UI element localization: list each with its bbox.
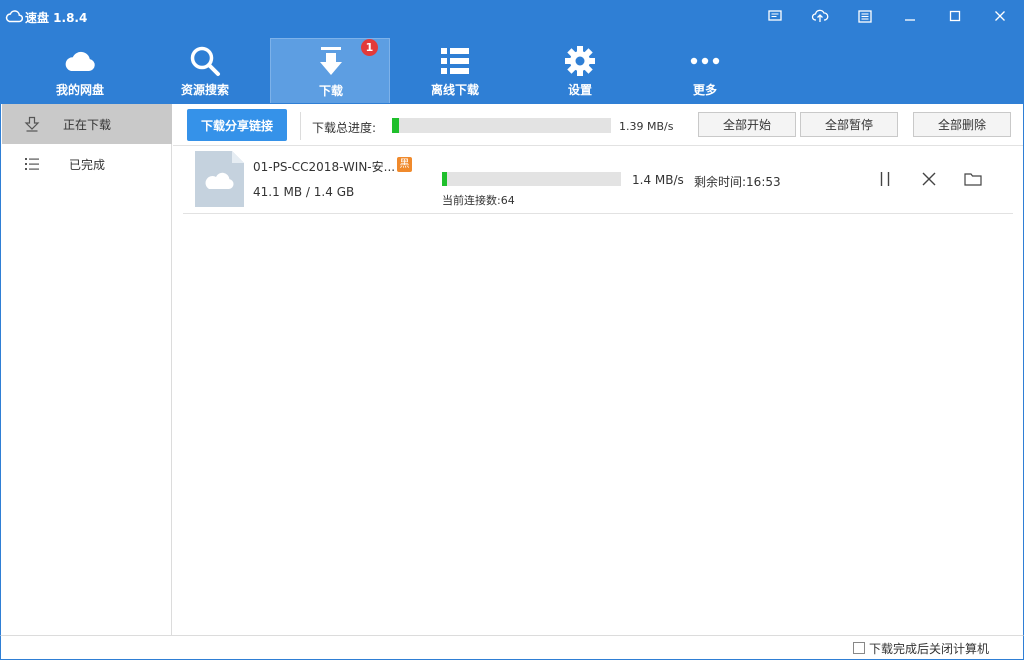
list-icon: [25, 158, 39, 170]
nav-download[interactable]: 1 下载: [270, 38, 390, 103]
skin-button[interactable]: [850, 4, 880, 28]
item-remaining-time: 剩余时间:16:53: [694, 175, 781, 189]
nav-offline-download[interactable]: 离线下载: [395, 38, 515, 103]
total-progress-label: 下载总进度:: [312, 121, 377, 135]
download-icon: [320, 47, 342, 75]
nav-label: 资源搜索: [180, 83, 229, 97]
sidebar-item-label: 正在下载: [63, 118, 112, 132]
download-arrow-icon: [24, 116, 40, 132]
cloud-icon: [65, 51, 95, 71]
close-button[interactable]: [985, 4, 1015, 28]
shutdown-after-complete-checkbox[interactable]: [853, 642, 865, 654]
download-toolbar: 下载分享链接 下载总进度: 1.39 MB/s 全部开始 全部暂停 全部删除: [173, 104, 1023, 146]
nav-settings[interactable]: 设置: [520, 38, 640, 103]
total-progress-bar: [392, 118, 611, 133]
open-folder-button[interactable]: [961, 168, 985, 190]
nav-label: 我的网盘: [55, 83, 104, 97]
maximize-button[interactable]: [940, 4, 970, 28]
sidebar-item-completed[interactable]: 已完成: [2, 144, 172, 184]
pause-icon: [880, 172, 890, 186]
file-tag-badge: 黑: [397, 157, 412, 172]
item-progress-fill: [442, 172, 448, 186]
file-name: 01-PS-CC2018-WIN-安...: [253, 160, 396, 174]
download-count-badge: 1: [361, 39, 378, 56]
pause-button[interactable]: [873, 168, 897, 190]
app-title: 速盘 1.8.4: [25, 11, 88, 25]
download-share-link-button[interactable]: 下载分享链接: [187, 109, 287, 141]
status-footer: 下载完成后关闭计算机: [0, 635, 1024, 660]
file-icon: [195, 151, 244, 207]
start-all-button[interactable]: 全部开始: [698, 112, 796, 137]
cancel-button[interactable]: [917, 168, 941, 190]
total-speed: 1.39 MB/s: [619, 120, 674, 133]
item-speed: 1.4 MB/s: [632, 173, 684, 187]
search-icon: [190, 46, 220, 76]
shirt-icon: [858, 9, 872, 23]
total-progress-fill: [392, 118, 399, 133]
sidebar-item-label: 已完成: [69, 158, 106, 172]
upload-button[interactable]: [805, 4, 835, 28]
toolbar-divider: [300, 112, 301, 140]
close-icon: [922, 172, 936, 186]
nav-label: 离线下载: [430, 83, 479, 97]
close-icon: [995, 11, 1005, 21]
pause-all-button[interactable]: 全部暂停: [800, 112, 898, 137]
nav-label: 设置: [567, 83, 592, 97]
nav-my-cloud[interactable]: 我的网盘: [20, 38, 140, 103]
file-size: 41.1 MB / 1.4 GB: [253, 185, 355, 199]
title-bar: 速盘 1.8.4: [0, 0, 1024, 34]
feedback-button[interactable]: [760, 4, 790, 28]
cloud-upload-icon: [811, 9, 829, 22]
sidebar-item-downloading[interactable]: 正在下载: [2, 104, 172, 144]
top-bar: 速盘 1.8.4 我的网盘 资源搜索 1 下载 离线下载 设置 更多: [0, 0, 1024, 104]
nav-label: 下载: [318, 84, 343, 98]
nav-label: 更多: [692, 83, 717, 97]
cloud-logo-icon: [5, 10, 23, 23]
minimize-icon: [905, 19, 915, 21]
nav-more[interactable]: 更多: [645, 38, 765, 103]
minimize-button[interactable]: [895, 4, 925, 28]
item-progress-bar: [442, 172, 621, 186]
gear-icon: [565, 46, 595, 76]
shutdown-after-complete-label[interactable]: 下载完成后关闭计算机: [869, 640, 989, 657]
sidebar: 正在下载 已完成: [0, 104, 172, 635]
item-connections: 当前连接数:64: [442, 194, 515, 207]
download-row[interactable]: 01-PS-CC2018-WIN-安... 黑 41.1 MB / 1.4 GB…: [183, 146, 1013, 214]
message-icon: [768, 10, 782, 21]
folder-icon: [964, 173, 982, 186]
more-icon: [690, 57, 720, 65]
nav-resource-search[interactable]: 资源搜索: [145, 38, 265, 103]
delete-all-button[interactable]: 全部删除: [913, 112, 1011, 137]
list-icon: [441, 48, 469, 74]
maximize-icon: [949, 10, 961, 22]
